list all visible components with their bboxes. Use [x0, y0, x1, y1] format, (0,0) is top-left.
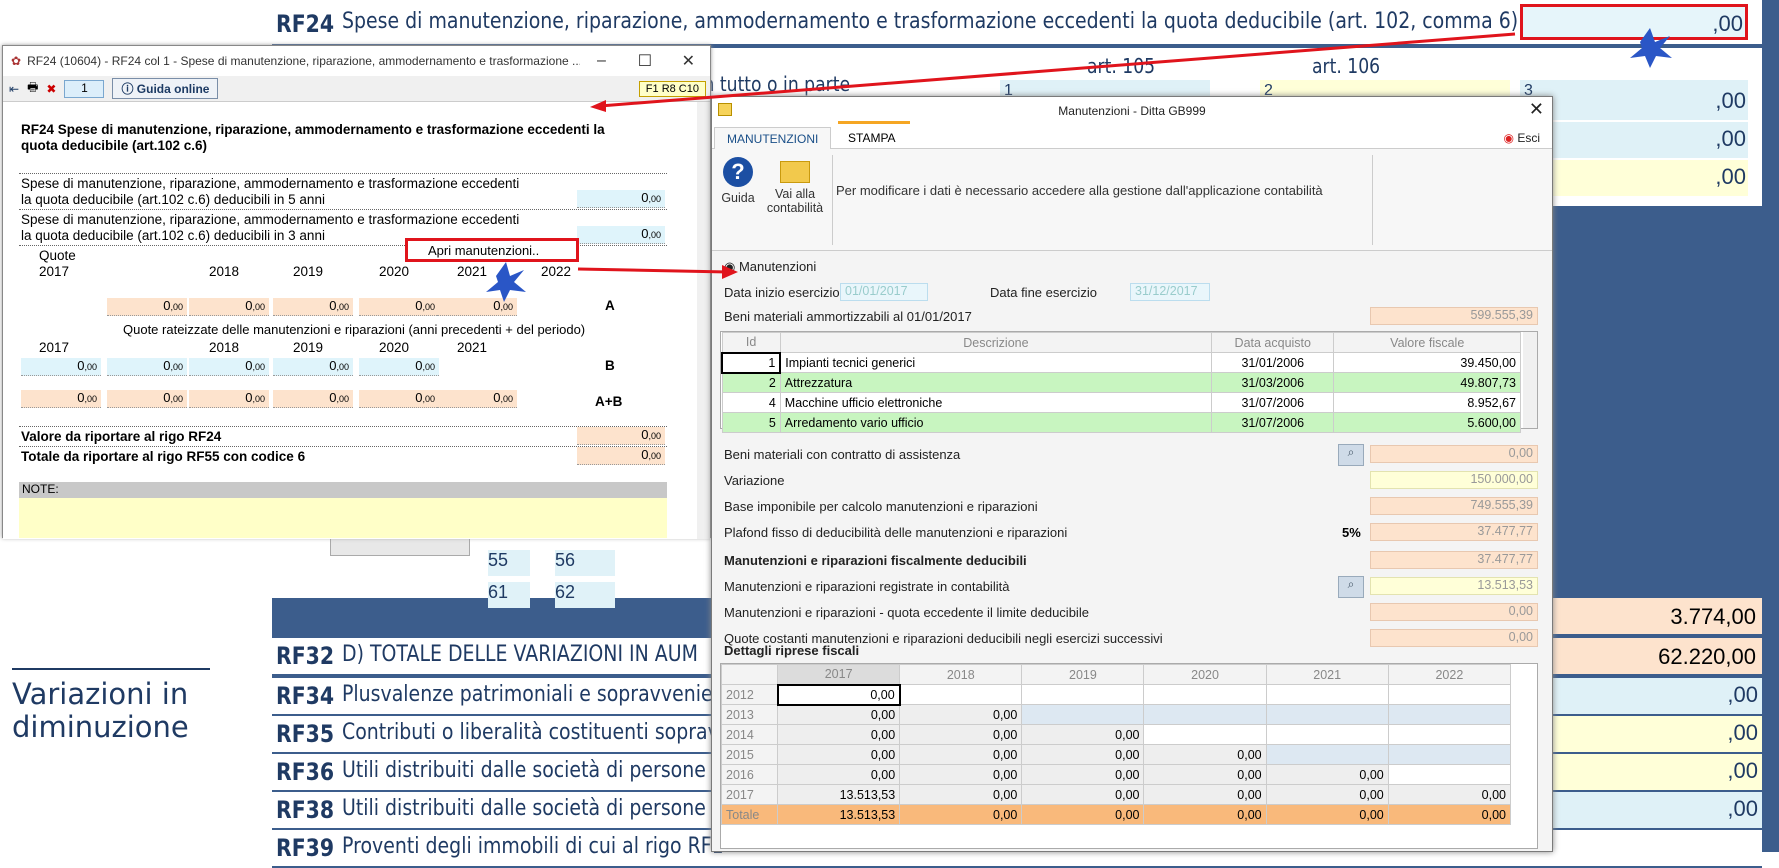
- arrow-apri: [577, 267, 729, 274]
- arrow-rf24: [599, 32, 1516, 108]
- arrow-head-1: [590, 100, 606, 112]
- annotation-arrows: [486, 28, 1672, 302]
- arrow-head-2: [722, 265, 738, 279]
- click-burst-icon-2: [486, 262, 526, 302]
- click-burst-icon: [1630, 28, 1672, 68]
